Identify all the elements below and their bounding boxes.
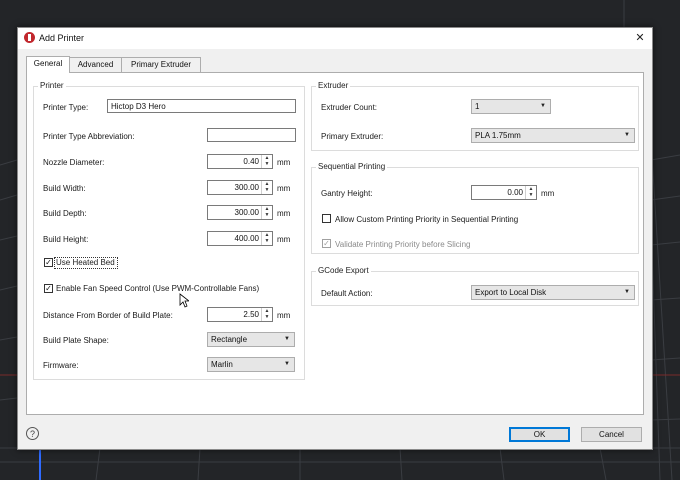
- build-width-value: 300.00: [234, 183, 259, 192]
- firmware-label: Firmware:: [43, 361, 79, 370]
- border-distance-stepper[interactable]: 2.50 ▲ ▼: [207, 307, 273, 322]
- build-depth-value: 300.00: [234, 208, 259, 217]
- build-width-stepper[interactable]: 300.00 ▲ ▼: [207, 180, 273, 195]
- app-logo-icon: [24, 32, 35, 43]
- sequential-printing-group: Sequential Printing Gantry Height: 0.00 …: [311, 162, 639, 254]
- extruder-group-title: Extruder: [316, 81, 351, 90]
- gantry-height-label: Gantry Height:: [321, 189, 373, 198]
- spin-down-icon[interactable]: ▼: [526, 192, 536, 198]
- extruder-count-label: Extruder Count:: [321, 103, 378, 112]
- primary-extruder-value: PLA 1.75mm: [475, 131, 521, 140]
- border-distance-unit: mm: [277, 311, 291, 320]
- primary-extruder-label: Primary Extruder:: [321, 132, 384, 141]
- abbreviation-input[interactable]: [207, 128, 296, 142]
- spin-down-icon[interactable]: ▼: [262, 187, 272, 193]
- printer-type-label: Printer Type:: [43, 103, 89, 112]
- stepper-arrows[interactable]: ▲ ▼: [261, 181, 272, 194]
- extruder-group: Extruder Extruder Count: 1 ▼ Primary Ext…: [311, 81, 639, 151]
- printer-group-title: Printer: [38, 81, 66, 90]
- stepper-arrows[interactable]: ▲ ▼: [525, 186, 536, 199]
- nozzle-diameter-label: Nozzle Diameter:: [43, 158, 105, 167]
- stepper-arrows[interactable]: ▲ ▼: [261, 232, 272, 245]
- tab-advanced[interactable]: Advanced: [69, 57, 122, 72]
- nozzle-diameter-unit: mm: [277, 158, 291, 167]
- nozzle-diameter-stepper[interactable]: 0.40 ▲ ▼: [207, 154, 273, 169]
- spin-down-icon[interactable]: ▼: [262, 212, 272, 218]
- primary-extruder-dropdown[interactable]: PLA 1.75mm ▼: [471, 128, 635, 143]
- build-width-unit: mm: [277, 184, 291, 193]
- border-distance-label: Distance From Border of Build Plate:: [43, 311, 173, 320]
- abbreviation-label: Printer Type Abbreviation:: [43, 132, 135, 141]
- chevron-down-icon: ▼: [284, 336, 290, 342]
- spin-down-icon[interactable]: ▼: [262, 238, 272, 244]
- general-tab-page: Printer Printer Type: Hictop D3 Hero Pri…: [26, 72, 644, 415]
- close-button[interactable]: ✕: [630, 29, 650, 48]
- spin-down-icon[interactable]: ▼: [262, 161, 272, 167]
- default-action-value: Export to Local Disk: [475, 288, 547, 297]
- chevron-down-icon: ▼: [540, 103, 546, 109]
- dialog-title: Add Printer: [39, 33, 85, 43]
- default-action-dropdown[interactable]: Export to Local Disk ▼: [471, 285, 635, 300]
- tab-primary-extruder[interactable]: Primary Extruder: [121, 57, 201, 72]
- gantry-height-value: 0.00: [507, 188, 523, 197]
- tab-general[interactable]: General: [26, 56, 70, 73]
- fan-speed-label[interactable]: Enable Fan Speed Control (Use PWM-Contro…: [56, 284, 259, 293]
- printer-type-input[interactable]: Hictop D3 Hero: [107, 99, 296, 113]
- build-depth-unit: mm: [277, 209, 291, 218]
- fan-speed-checkbox[interactable]: ✓: [44, 284, 53, 293]
- build-width-label: Build Width:: [43, 184, 86, 193]
- build-height-stepper[interactable]: 400.00 ▲ ▼: [207, 231, 273, 246]
- build-height-value: 400.00: [234, 234, 259, 243]
- heated-bed-label[interactable]: Use Heated Bed: [56, 258, 115, 267]
- chevron-down-icon: ▼: [624, 289, 630, 295]
- mouse-cursor-icon: [179, 293, 189, 308]
- validate-priority-label: Validate Printing Priority before Slicin…: [335, 240, 471, 249]
- gcode-group-title: GCode Export: [316, 266, 371, 275]
- nozzle-diameter-value: 0.40: [243, 157, 259, 166]
- ok-button[interactable]: OK: [509, 427, 570, 442]
- spin-down-icon[interactable]: ▼: [262, 314, 272, 320]
- build-height-unit: mm: [277, 235, 291, 244]
- printer-group: Printer Printer Type: Hictop D3 Hero Pri…: [33, 81, 305, 380]
- gantry-height-stepper[interactable]: 0.00 ▲ ▼: [471, 185, 537, 200]
- custom-priority-label[interactable]: Allow Custom Printing Priority in Sequen…: [335, 215, 518, 224]
- build-height-label: Build Height:: [43, 235, 89, 244]
- firmware-dropdown[interactable]: Marlin ▼: [207, 357, 295, 372]
- default-action-label: Default Action:: [321, 289, 373, 298]
- cancel-button[interactable]: Cancel: [581, 427, 642, 442]
- border-distance-value: 2.50: [243, 310, 259, 319]
- stepper-arrows[interactable]: ▲ ▼: [261, 155, 272, 168]
- stepper-arrows[interactable]: ▲ ▼: [261, 308, 272, 321]
- build-depth-label: Build Depth:: [43, 209, 87, 218]
- validate-priority-checkbox: ✓: [322, 239, 331, 248]
- plate-shape-value: Rectangle: [211, 335, 248, 344]
- custom-priority-checkbox[interactable]: [322, 214, 331, 223]
- add-printer-dialog: Add Printer ✕ General Advanced Primary E…: [17, 27, 653, 450]
- chevron-down-icon: ▼: [284, 361, 290, 367]
- sequential-group-title: Sequential Printing: [316, 162, 388, 171]
- chevron-down-icon: ▼: [624, 132, 630, 138]
- build-depth-stepper[interactable]: 300.00 ▲ ▼: [207, 205, 273, 220]
- gantry-height-unit: mm: [541, 189, 555, 198]
- gcode-export-group: GCode Export Default Action: Export to L…: [311, 266, 639, 306]
- stepper-arrows[interactable]: ▲ ▼: [261, 206, 272, 219]
- dialog-titlebar[interactable]: Add Printer ✕: [18, 28, 652, 49]
- plate-shape-dropdown[interactable]: Rectangle ▼: [207, 332, 295, 347]
- plate-shape-label: Build Plate Shape:: [43, 336, 109, 345]
- heated-bed-checkbox[interactable]: ✓: [44, 258, 53, 267]
- firmware-value: Marlin: [211, 360, 233, 369]
- extruder-count-value: 1: [475, 102, 480, 111]
- help-icon[interactable]: ?: [26, 427, 39, 440]
- extruder-count-dropdown[interactable]: 1 ▼: [471, 99, 551, 114]
